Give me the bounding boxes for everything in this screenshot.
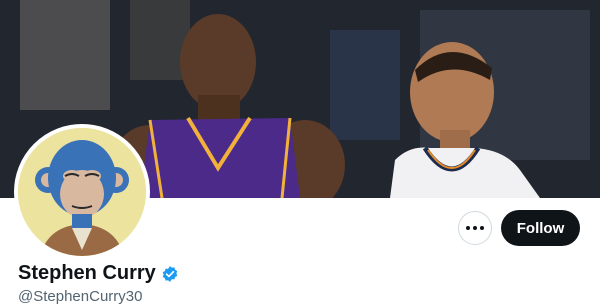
more-options-button[interactable] [458,211,492,245]
profile-name-row: Stephen Curry [18,262,179,285]
follow-button-label: Follow [516,219,565,237]
ape-avatar-image [18,128,146,256]
more-horizontal-icon [465,226,486,230]
verified-badge-icon[interactable] [161,265,179,283]
follow-button[interactable]: Follow [501,210,580,246]
display-name: Stephen Curry [18,262,156,284]
profile-avatar[interactable] [14,124,150,260]
profile-handle: @StephenCurry30 [18,288,143,305]
